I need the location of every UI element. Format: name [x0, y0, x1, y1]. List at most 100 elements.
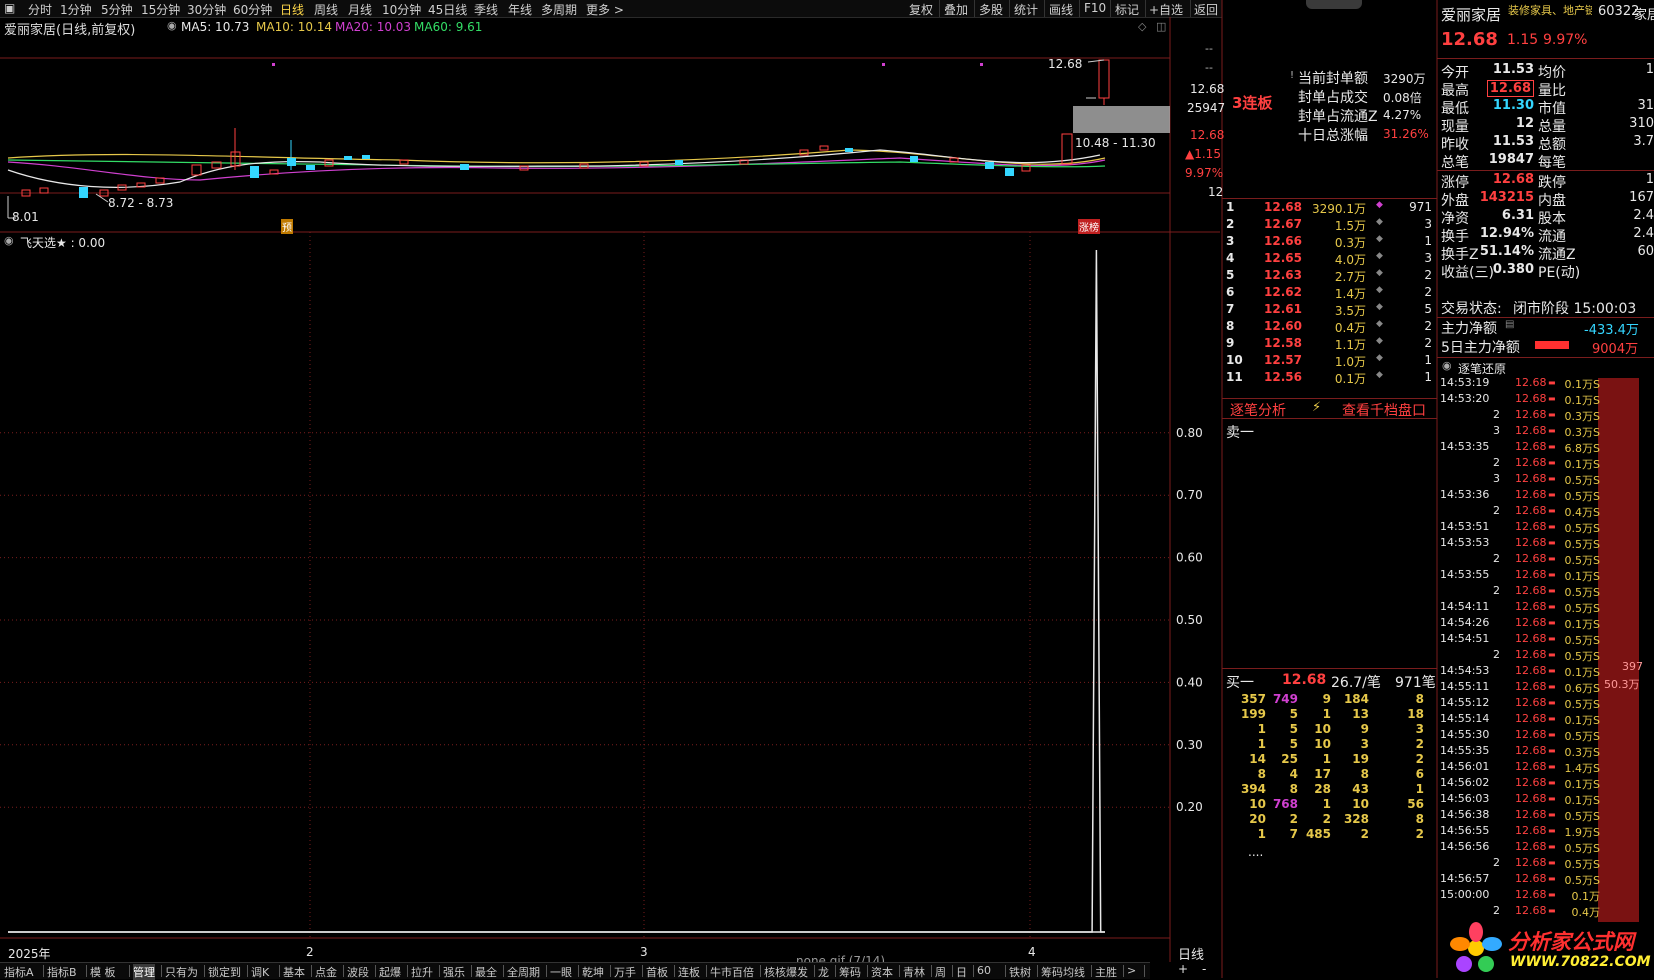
tick-price: 12.68 — [1515, 568, 1547, 581]
arrow-icon: ▬ — [1548, 682, 1556, 691]
tick-time: 14:55:11 — [1440, 680, 1490, 693]
tick-time: 15:00:00 — [1440, 888, 1490, 901]
grid-icon[interactable]: ▤ — [1505, 319, 1514, 330]
buy-one-price: 12.68 — [1282, 672, 1327, 688]
tick-row[interactable]: 14:54:53 12.68 ▬ 0.1万S — [1440, 664, 1600, 680]
axis-dash: -- — [1205, 61, 1213, 74]
queue-more: .... — [1248, 845, 1264, 859]
stock-tags[interactable]: 装修家具、地产链 — [1508, 2, 1592, 18]
tick-price: 12.68 — [1515, 824, 1547, 837]
tick-row[interactable]: 2 12.68 ▬ 0.1万S — [1440, 456, 1600, 472]
queue-cell: 2 — [1415, 827, 1424, 841]
tick-row[interactable]: 14:56:02 12.68 ▬ 0.1万S — [1440, 776, 1600, 792]
level-price: 12.57 — [1264, 353, 1302, 367]
tick-time: 14:56:55 — [1440, 824, 1490, 837]
tick-row[interactable]: 14:56:38 12.68 ▬ 0.5万S — [1440, 808, 1600, 824]
tick-row[interactable]: 2 12.68 ▬ 0.5万S — [1440, 856, 1600, 872]
tick-row[interactable]: 14:56:57 12.68 ▬ 0.5万S — [1440, 872, 1600, 888]
tick-volume: 0.5万S — [1564, 698, 1600, 711]
tick-row[interactable]: 14:53:36 12.68 ▬ 0.5万S — [1440, 488, 1600, 504]
tick-row[interactable]: 14:53:55 12.68 ▬ 0.1万S — [1440, 568, 1600, 584]
tick-row[interactable]: 14:53:51 12.68 ▬ 0.5万S — [1440, 520, 1600, 536]
tick-row[interactable]: 14:56:55 12.68 ▬ 1.9万S — [1440, 824, 1600, 840]
tick-row[interactable]: 2 12.68 ▬ 0.5万S — [1440, 648, 1600, 664]
tick-time: 14:53:55 — [1440, 568, 1490, 581]
depth-link[interactable]: 查看千档盘口 — [1342, 400, 1426, 420]
tick-price: 12.68 — [1515, 536, 1547, 549]
tick-row[interactable]: 15:00:00 12.68 ▬ 0.1万 — [1440, 888, 1600, 904]
level-volume: 3290.1万 — [1312, 202, 1366, 216]
tick-time: 14:53:19 — [1440, 376, 1490, 389]
tick-list[interactable]: 14:53:19 12.68 ▬ 0.1万S 14:53:20 12.68 ▬ 0.1万S 2 1… — [1440, 376, 1600, 920]
queue-cell: 2 — [1415, 737, 1424, 751]
level-index: 8 — [1226, 319, 1235, 333]
tick-volume: 0.5万S — [1564, 874, 1600, 887]
stock-code: 603221 — [1598, 4, 1638, 19]
sell-level-row[interactable]: 10 12.57 1.0万 ◆ 1 — [1224, 353, 1436, 370]
tick-time: 2 — [1493, 904, 1500, 917]
tick-row[interactable]: 14:54:11 12.68 ▬ 0.5万S — [1440, 600, 1600, 616]
tick-volume: 1.9万S — [1564, 826, 1600, 839]
tick-row[interactable]: 14:55:35 12.68 ▬ 0.3万S — [1440, 744, 1600, 760]
indicator-tab[interactable]: 60 — [977, 964, 991, 977]
tick-price: 12.68 — [1515, 632, 1547, 645]
tick-row[interactable]: 14:53:19 12.68 ▬ 0.1万S — [1440, 376, 1600, 392]
sell-level-row[interactable]: 11 12.56 0.1万 ◆ 1 — [1224, 370, 1436, 387]
price-change: 1.15 — [1507, 32, 1539, 48]
queue-cell: 184 — [1343, 692, 1369, 706]
tick-row[interactable]: 14:53:35 12.68 ▬ 6.8万S — [1440, 440, 1600, 456]
zoom-in-button[interactable]: + — [1178, 962, 1188, 976]
lightning-icon: ⚡ — [1312, 400, 1322, 415]
order-analysis-link[interactable]: 逐笔分析 — [1230, 400, 1286, 420]
tick-row[interactable]: 3 12.68 ▬ 0.5万S — [1440, 472, 1600, 488]
toggle-icon[interactable]: ◉ — [1442, 359, 1452, 372]
level-count: 1 — [1424, 370, 1432, 384]
tick-row[interactable]: 14:56:56 12.68 ▬ 0.5万S — [1440, 840, 1600, 856]
tick-row[interactable]: 14:53:20 12.68 ▬ 0.1万S — [1440, 392, 1600, 408]
tick-volume: 0.1万S — [1564, 458, 1600, 471]
tick-row[interactable]: 14:56:01 12.68 ▬ 1.4万S — [1440, 760, 1600, 776]
tick-volume: 0.5万S — [1564, 602, 1600, 615]
sell-level-row[interactable]: 5 12.63 2.7万 ◆ 2 — [1224, 268, 1436, 285]
tick-row[interactable]: 14:56:03 12.68 ▬ 0.1万S — [1440, 792, 1600, 808]
sell-level-row[interactable]: 9 12.58 1.1万 ◆ 2 — [1224, 336, 1436, 353]
trade-status-label: 交易状态: — [1441, 301, 1502, 317]
tick-row[interactable]: 3 12.68 ▬ 0.3万S — [1440, 424, 1600, 440]
tick-row[interactable]: 14:55:14 12.68 ▬ 0.1万S — [1440, 712, 1600, 728]
y-tick-label: 0.30 — [1176, 738, 1203, 752]
tick-row[interactable]: 14:55:11 12.68 ▬ 0.6万S — [1440, 680, 1600, 696]
sell-level-row[interactable]: 4 12.65 4.0万 ◆ 3 — [1224, 251, 1436, 268]
tick-volume: 0.3万S — [1564, 746, 1600, 759]
quote-value: 31 — [1637, 98, 1654, 113]
stock-clip: 家居 — [1634, 8, 1654, 23]
tick-time: 3 — [1493, 424, 1500, 437]
quote-label: 均价 — [1538, 65, 1566, 81]
tick-price: 12.68 — [1515, 696, 1547, 709]
queue-cell: 1 — [1257, 827, 1266, 841]
diamond-icon: ◆ — [1376, 200, 1383, 210]
tick-row[interactable]: 2 12.68 ▬ 0.5万S — [1440, 584, 1600, 600]
indicator-tab[interactable]: > — [1127, 964, 1136, 977]
queue-cell: 9 — [1360, 722, 1369, 736]
tick-row[interactable]: 14:53:53 12.68 ▬ 0.5万S — [1440, 536, 1600, 552]
tick-row[interactable]: 14:54:26 12.68 ▬ 0.1万S — [1440, 616, 1600, 632]
tick-row[interactable]: 2 12.68 ▬ 0.5万S — [1440, 552, 1600, 568]
capital-label: 主力净额 — [1441, 321, 1497, 337]
level-price: 12.61 — [1264, 302, 1302, 316]
tick-price: 12.68 — [1515, 904, 1547, 917]
sell-level-row[interactable]: 3 12.66 0.3万 ◆ 1 — [1224, 234, 1436, 251]
sell-level-row[interactable]: 7 12.61 3.5万 ◆ 5 — [1224, 302, 1436, 319]
arrow-icon: ▬ — [1548, 746, 1556, 755]
tick-row[interactable]: 14:55:30 12.68 ▬ 0.5万S — [1440, 728, 1600, 744]
sell-level-row[interactable]: 8 12.60 0.4万 ◆ 2 — [1224, 319, 1436, 336]
sell-level-row[interactable]: 2 12.67 1.5万 ◆ 3 — [1224, 217, 1436, 234]
tick-row[interactable]: 2 12.68 ▬ 0.3万S — [1440, 408, 1600, 424]
sell-level-row[interactable]: 6 12.62 1.4万 ◆ 2 — [1224, 285, 1436, 302]
tick-row[interactable]: 14:54:51 12.68 ▬ 0.5万S — [1440, 632, 1600, 648]
tick-row[interactable]: 2 12.68 ▬ 0.4万S — [1440, 504, 1600, 520]
tick-row[interactable]: 14:55:12 12.68 ▬ 0.5万S — [1440, 696, 1600, 712]
zoom-out-button[interactable]: - — [1202, 962, 1206, 976]
queue-cell: 43 — [1352, 782, 1369, 796]
level-price: 12.60 — [1264, 319, 1302, 333]
sell-level-row[interactable]: 1 12.68 3290.1万 ◆ 971 — [1224, 200, 1436, 217]
